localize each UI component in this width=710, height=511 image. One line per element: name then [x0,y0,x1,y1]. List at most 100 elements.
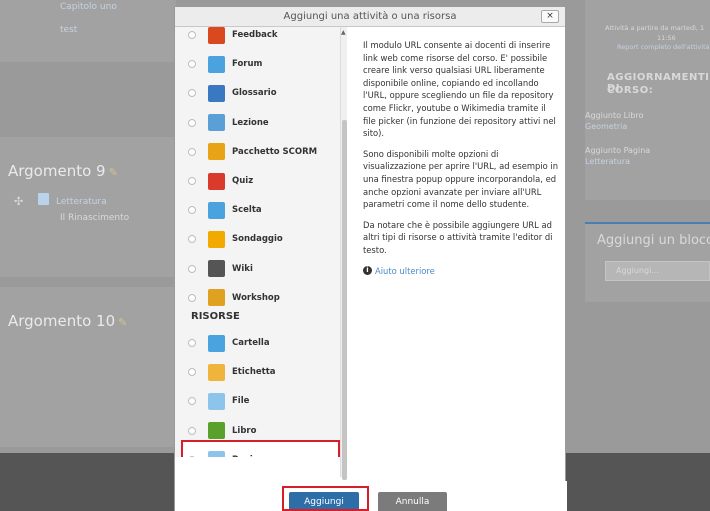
section-10-block [0,287,176,447]
option-radio[interactable] [188,368,196,377]
workshop-icon [208,289,225,307]
more-help-link[interactable]: i Aiuto ulteriore [363,265,561,278]
updates-title-2: CORSO: [607,85,654,96]
option-radio[interactable] [188,397,196,406]
file-icon [208,392,225,410]
option-label: Scelta [232,205,262,216]
option-radio[interactable] [188,426,196,435]
option-label: Pagina [232,455,265,457]
quiz-icon [208,172,225,190]
option-lezione[interactable]: Lezione [175,109,337,137]
renaissance-text: Il Rinascimento [60,213,130,223]
option-radio[interactable] [188,147,196,156]
add-block-select: Aggiungi... [605,261,710,281]
help-paragraph-1: Il modulo URL consente ai docenti di ins… [363,40,556,139]
lesson-icon [208,114,225,132]
dialog-footer: Aggiungi Annulla [175,481,567,511]
course-sections-column: Capitolo uno test Argomento 9 ✎ ✣ Lettera… [0,0,176,511]
option-label: Cartella [232,338,270,348]
option-label: Pacchetto SCORM [232,146,318,157]
option-wiki[interactable]: Wiki [175,255,337,283]
glossary-icon [208,84,225,102]
option-pagina[interactable]: Pagina [175,446,337,457]
more-help-label: Aiuto ulteriore [375,265,435,276]
add-button-highlight [282,486,369,511]
section-9-title: Argomento 9 ✎ [8,162,118,180]
option-radio[interactable] [188,118,196,127]
edit-pencil-icon: ✎ [108,166,118,179]
option-label: File [232,396,250,407]
option-label: Workshop [232,292,280,303]
option-radio[interactable] [188,235,196,244]
chapter-link: Capitolo uno [60,2,117,12]
update-2-link: Letteratura [585,157,631,166]
option-radio[interactable] [188,177,196,185]
option-feedback[interactable]: Feedback [175,27,337,49]
update-1-label: Aggiunto Libro [585,111,644,120]
module-options-list: Feedback Forum Glossario Lezione Pacchetto S… [175,27,345,457]
page-icon [208,451,225,457]
option-label: Sondaggio [232,234,283,245]
option-radio[interactable] [188,455,196,457]
option-scelta[interactable]: Scelta [175,196,337,224]
section-10-title: Argomento 10 ✎ [8,312,128,330]
option-forum[interactable]: Forum [175,50,337,78]
option-label: Forum [232,59,263,70]
option-label: Quiz [232,176,254,186]
option-cartella[interactable]: Cartella [175,329,337,357]
option-glossario[interactable]: Glossario [175,79,337,107]
page-icon [38,193,49,205]
move-icon: ✣ [14,195,24,208]
option-radio[interactable] [188,31,196,39]
scrollbar-thumb[interactable] [342,120,347,480]
option-sondaggio[interactable]: Sondaggio [175,225,337,253]
full-report-link: Report completo dell'attività [617,43,710,51]
option-radio[interactable] [188,206,196,215]
dialog-header: Aggiungi una attività o una risorsa × [175,7,565,27]
option-pacchetto-scorm[interactable]: Pacchetto SCORM [175,138,337,166]
dialog-title: Aggiungi una attività o una risorsa [283,11,457,22]
activity-chooser-dialog: Aggiungi una attività o una risorsa × Fe… [174,6,567,511]
update-1-link: Geometria [585,122,628,131]
option-etichetta[interactable]: Etichetta [175,358,337,386]
option-radio[interactable] [188,293,196,302]
activity-time: 11:56 [657,34,676,42]
option-radio[interactable] [188,89,196,98]
option-quiz[interactable]: Quiz [175,167,337,195]
module-help-text: Il modulo URL consente ai docenti di ins… [363,39,561,277]
options-scrollbar[interactable]: ▲ [340,27,347,480]
test-link: test [60,25,78,35]
info-icon: i [363,266,372,276]
literature-link: Letteratura [56,197,107,207]
help-paragraph-3: Da notare che è possibile aggiungere URL… [363,219,553,255]
option-label: Lezione [232,117,269,128]
update-2-label: Aggiunto Pagina [585,146,651,155]
option-radio[interactable] [188,339,196,347]
option-file[interactable]: File [175,387,337,415]
option-workshop[interactable]: Workshop [175,284,337,312]
option-libro[interactable]: Libro [175,417,337,445]
label-icon [208,363,225,381]
option-label: Glossario [232,88,277,99]
sidebar-blocks: Attività a partire da martedì, 1 11:56 R… [585,0,710,511]
option-label: Etichetta [232,367,276,378]
option-radio[interactable] [188,60,196,69]
folder-icon [208,334,225,352]
book-icon [208,422,225,440]
option-label: Libro [232,425,257,436]
choice-icon [208,201,225,219]
section-9-block [0,137,176,277]
cancel-button[interactable]: Annulla [378,492,447,511]
forum-icon [208,55,225,73]
scorm-icon [208,143,225,161]
activity-since-text: Attività a partire da martedì, 1 [605,24,705,32]
add-block-title: Aggiungi un blocco [597,233,710,248]
option-label: Feedback [232,30,278,40]
close-button[interactable]: × [541,10,559,23]
option-radio[interactable] [188,264,196,273]
scroll-up-icon[interactable]: ▲ [341,29,346,36]
option-label: Wiki [232,263,253,274]
close-icon: × [546,11,554,21]
help-paragraph-2: Sono disponibili molte opzioni di visual… [363,148,559,210]
feedback-icon [208,27,225,44]
